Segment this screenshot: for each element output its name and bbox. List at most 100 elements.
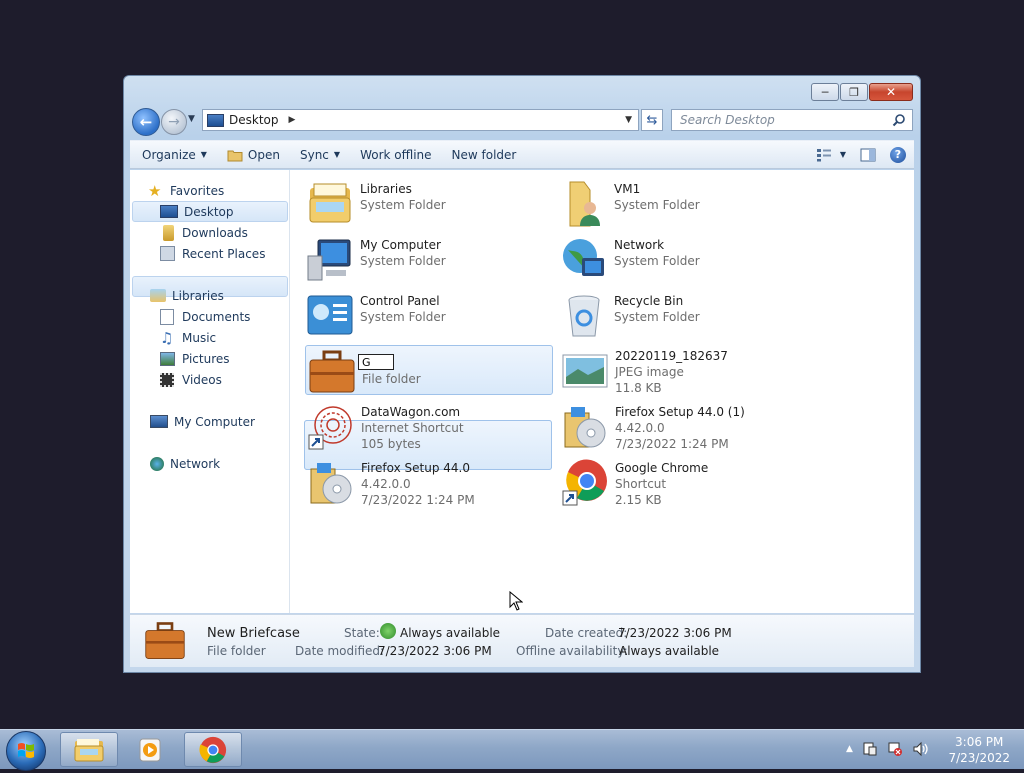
nav-downloads[interactable]: Downloads bbox=[160, 222, 248, 243]
image-file-icon bbox=[562, 354, 608, 388]
desktop-icon bbox=[207, 113, 224, 127]
start-button[interactable] bbox=[6, 731, 46, 771]
file-version: 4.42.0.0 bbox=[615, 421, 665, 435]
open-label: Open bbox=[247, 147, 280, 162]
nav-documents[interactable]: Documents bbox=[160, 306, 250, 327]
back-button[interactable]: ← bbox=[132, 108, 160, 136]
new-folder-button[interactable]: New folder bbox=[452, 148, 517, 162]
file-name: VM1 bbox=[614, 182, 641, 196]
briefcase-icon bbox=[145, 622, 185, 659]
file-item-control-panel[interactable]: Control Panel System Folder bbox=[304, 290, 552, 340]
nav-videos[interactable]: Videos bbox=[160, 369, 222, 390]
forward-button[interactable]: → bbox=[161, 109, 187, 135]
nav-desktop[interactable]: Desktop bbox=[132, 201, 288, 222]
chrome-icon bbox=[562, 459, 607, 506]
file-item-recycle-bin[interactable]: Recycle Bin System Folder bbox=[558, 290, 806, 340]
nav-recent-places[interactable]: Recent Places bbox=[160, 243, 265, 264]
work-offline-button[interactable]: Work offline bbox=[360, 148, 431, 162]
address-crumb-desktop[interactable]: Desktop bbox=[229, 113, 279, 127]
taskbar-media-player-button[interactable] bbox=[122, 732, 178, 767]
help-icon: ? bbox=[894, 148, 902, 161]
crumb-arrow-icon[interactable]: ▶ bbox=[289, 115, 296, 125]
file-name: Google Chrome bbox=[615, 461, 709, 475]
file-name: Recycle Bin bbox=[614, 294, 684, 308]
view-dropdown-icon: ▼ bbox=[839, 150, 846, 159]
file-size: 105 bytes bbox=[361, 437, 421, 451]
file-item-datawagon[interactable]: DataWagon.com Internet Shortcut 105 byte… bbox=[305, 401, 553, 451]
file-item-libraries[interactable]: Libraries System Folder bbox=[304, 178, 552, 228]
file-item-firefox-setup-1[interactable]: Firefox Setup 44.0 (1) 4.42.0.0 7/23/202… bbox=[559, 401, 807, 451]
nav-my-computer-label: My Computer bbox=[174, 414, 255, 429]
clock[interactable]: 3:06 PM 7/23/2022 bbox=[948, 734, 1010, 766]
nav-pictures[interactable]: Pictures bbox=[160, 348, 230, 369]
offline-label: Offline availability: bbox=[516, 644, 628, 658]
view-controls: ▼ ? bbox=[816, 146, 906, 163]
clock-time: 3:06 PM bbox=[955, 735, 1004, 749]
recent-pages-dropdown[interactable]: ▼ bbox=[188, 114, 195, 124]
file-type: Shortcut bbox=[615, 477, 667, 491]
network-error-icon[interactable] bbox=[887, 741, 903, 757]
back-arrow-icon: ← bbox=[139, 113, 153, 131]
file-item-network[interactable]: Network System Folder bbox=[558, 234, 806, 284]
restore-icon: ❐ bbox=[849, 85, 859, 99]
offline-value: Always available bbox=[619, 644, 720, 658]
file-type: System Folder bbox=[614, 310, 700, 324]
chevron-down-icon: ▼ bbox=[200, 150, 207, 159]
open-button[interactable]: Open bbox=[227, 148, 280, 162]
view-icon bbox=[816, 148, 831, 161]
file-type: JPEG image bbox=[615, 365, 684, 379]
star-icon: ★ bbox=[148, 181, 162, 200]
help-button[interactable]: ? bbox=[890, 146, 906, 163]
nav-network[interactable]: Network bbox=[150, 453, 220, 474]
sync-label: Sync bbox=[299, 147, 329, 162]
chrome-icon bbox=[199, 736, 227, 763]
installer-icon bbox=[310, 463, 352, 504]
sync-button[interactable]: Sync ▼ bbox=[300, 148, 340, 162]
created-label: Date created: bbox=[545, 626, 628, 640]
videos-icon bbox=[160, 372, 174, 387]
state-label: State: bbox=[344, 626, 380, 640]
file-item-my-computer[interactable]: My Computer System Folder bbox=[304, 234, 552, 284]
file-type: File folder bbox=[362, 372, 421, 386]
file-item-vm1[interactable]: VM1 System Folder bbox=[558, 178, 806, 228]
search-placeholder: Search Desktop bbox=[680, 113, 775, 127]
address-dropdown-icon[interactable]: ▼ bbox=[625, 115, 632, 125]
taskbar: ▲ 3:06 PM 7/23/2022 bbox=[0, 729, 1024, 771]
details-pane: New Briefcase File folder State: Always … bbox=[130, 614, 914, 667]
taskbar-explorer-button[interactable] bbox=[60, 732, 118, 767]
file-item-jpeg[interactable]: 20220119_182637 JPEG image 11.8 KB bbox=[559, 345, 807, 395]
mouse-cursor-icon bbox=[509, 591, 523, 611]
chevron-down-icon: ▼ bbox=[333, 150, 341, 159]
nav-my-computer[interactable]: My Computer bbox=[150, 411, 255, 432]
nav-music[interactable]: ♫ Music bbox=[160, 327, 216, 348]
search-input[interactable]: Search Desktop bbox=[671, 109, 913, 131]
file-item-google-chrome[interactable]: Google Chrome Shortcut 2.15 KB bbox=[559, 457, 807, 507]
clock-date: 7/23/2022 bbox=[948, 751, 1010, 765]
volume-icon[interactable] bbox=[912, 741, 930, 757]
rename-input[interactable] bbox=[358, 354, 394, 370]
preview-pane-button[interactable] bbox=[860, 148, 876, 162]
nav-libraries[interactable]: Libraries bbox=[150, 285, 224, 306]
file-item-g-folder[interactable]: File folder bbox=[305, 345, 553, 395]
restore-button[interactable]: ❐ bbox=[840, 83, 868, 101]
refresh-button[interactable]: ⇆ bbox=[641, 109, 663, 131]
address-bar[interactable]: Desktop ▶ ▼ bbox=[202, 109, 639, 131]
show-hidden-icons-button[interactable]: ▲ bbox=[846, 744, 853, 754]
change-view-button[interactable]: ▼ bbox=[816, 148, 846, 162]
file-size: 2.15 KB bbox=[615, 493, 662, 507]
work-offline-label: Work offline bbox=[360, 147, 432, 162]
taskbar-chrome-button[interactable] bbox=[184, 732, 242, 767]
file-item-firefox-setup[interactable]: Firefox Setup 44.0 4.42.0.0 7/23/2022 1:… bbox=[305, 457, 553, 507]
organize-button[interactable]: Organize ▼ bbox=[142, 148, 207, 162]
search-icon[interactable] bbox=[892, 113, 906, 127]
close-button[interactable]: ✕ bbox=[869, 83, 913, 101]
file-type: System Folder bbox=[360, 254, 446, 268]
minimize-button[interactable]: ─ bbox=[811, 83, 839, 101]
details-name: New Briefcase bbox=[207, 626, 300, 641]
nav-desktop-label: Desktop bbox=[184, 204, 234, 219]
nav-pictures-label: Pictures bbox=[182, 351, 230, 366]
action-center-icon[interactable] bbox=[862, 741, 878, 757]
file-type: System Folder bbox=[360, 198, 446, 212]
nav-favorites[interactable]: ★ Favorites bbox=[148, 180, 224, 201]
briefcase-icon bbox=[309, 350, 355, 393]
